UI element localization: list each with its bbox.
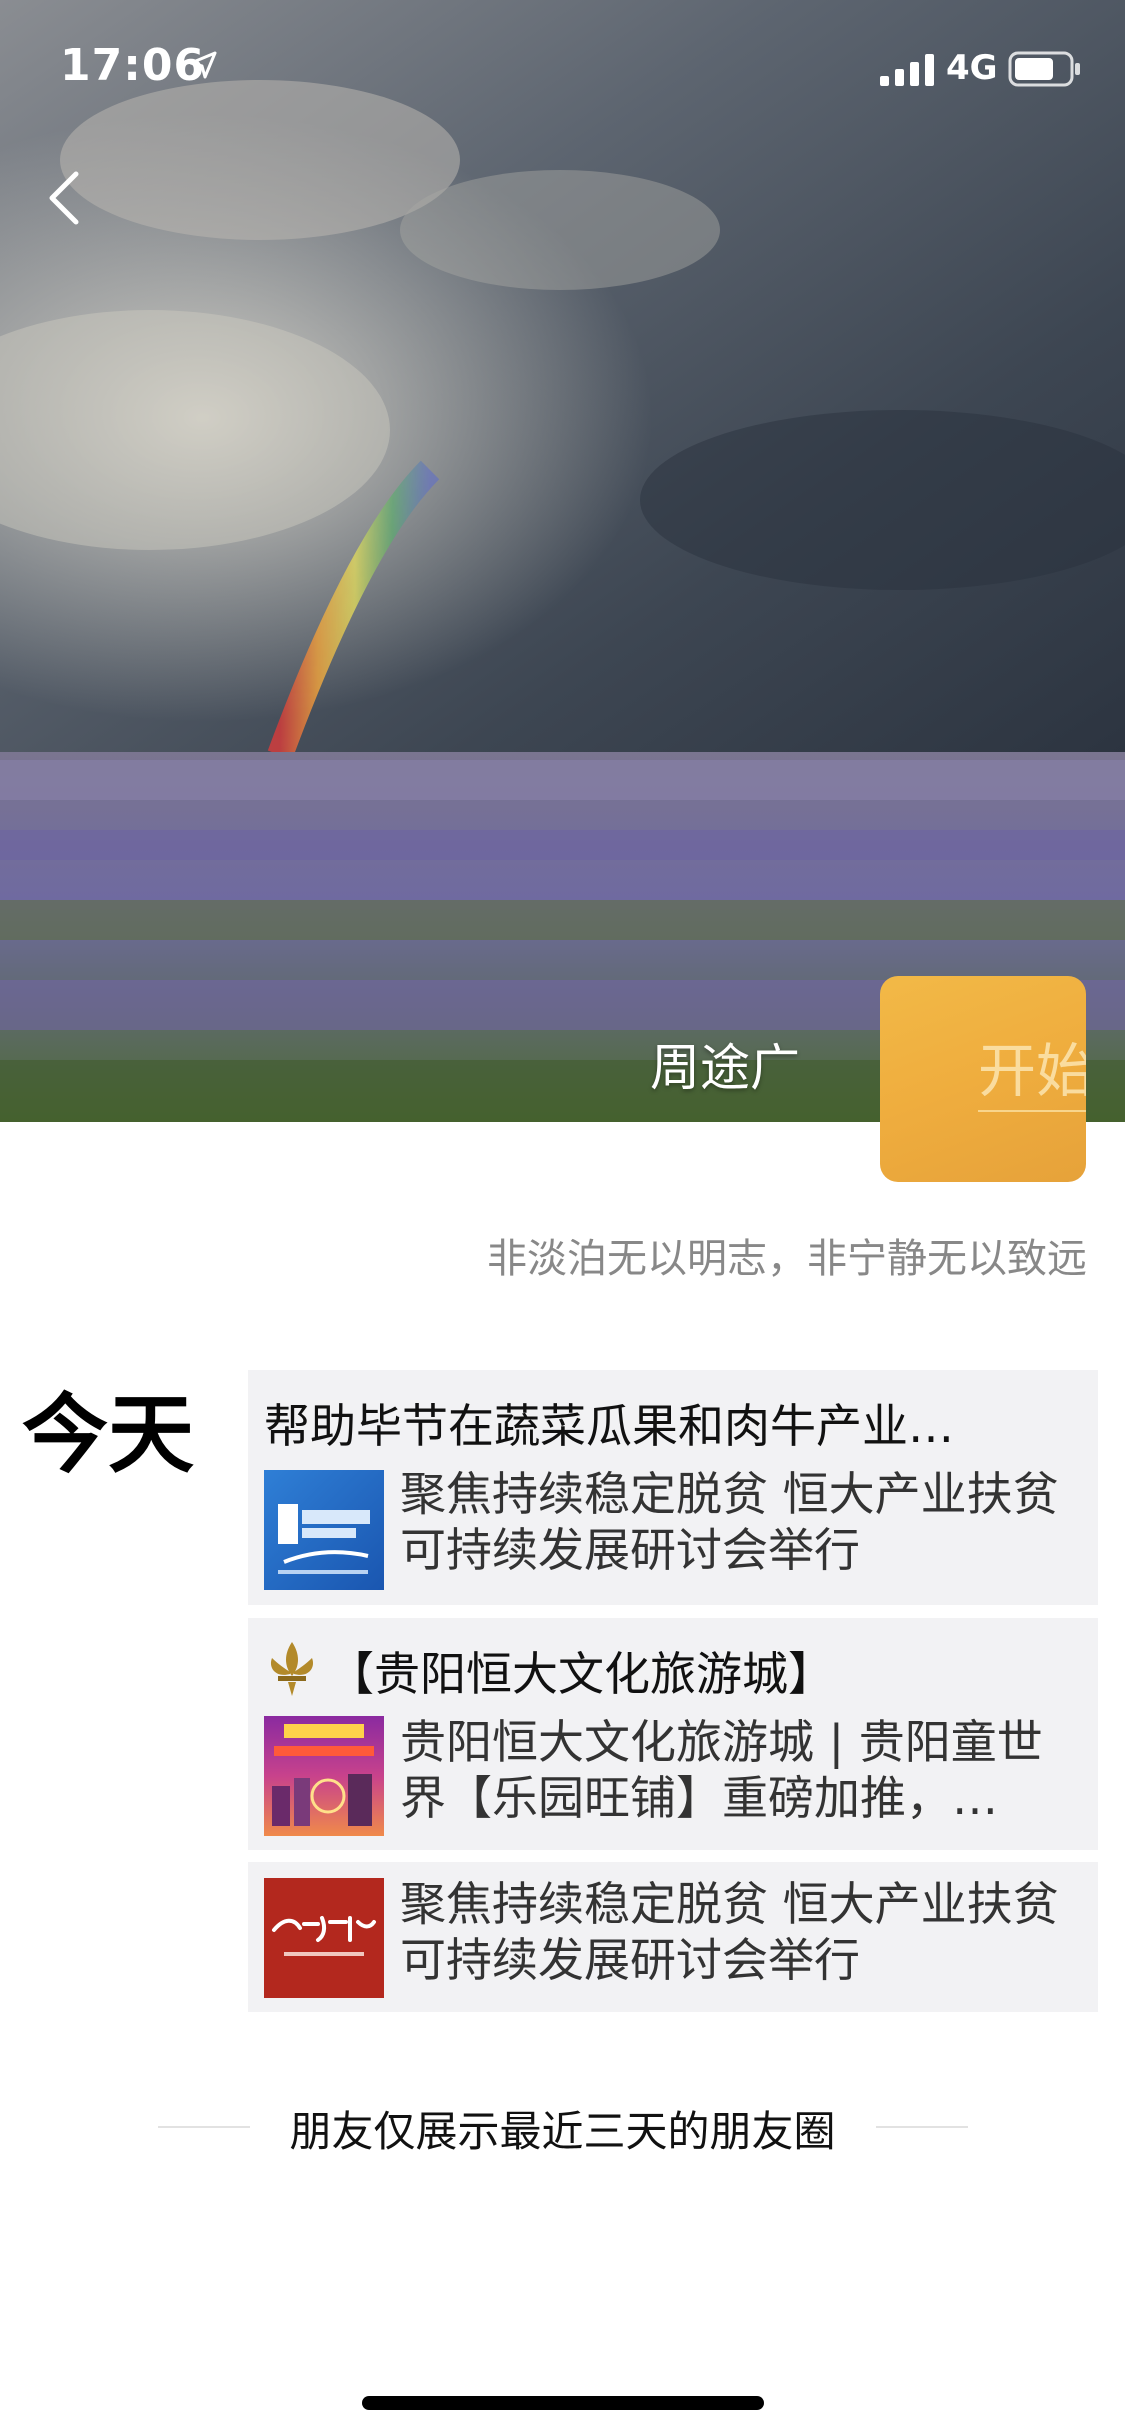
amusement-park-promo-icon [264,1716,384,1836]
post-text: 聚焦持续稳定脱贫 恒大产业扶贫可持续发展研讨会举行 [400,1467,1059,1577]
fleur-de-lis-icon [270,1642,314,1696]
post-text: 聚焦持续稳定脱贫 恒大产业扶贫可持续发展研讨会举行 [400,1877,1059,1987]
moment-post[interactable]: 聚焦持续稳定脱贫 恒大产业扶贫可持续发展研讨会举行 [248,1862,1098,2012]
footer-note-text: 朋友仅展示最近三天的朋友圈 [273,2098,852,2159]
network-type: 4G [946,48,998,88]
post-title: 帮助毕节在蔬菜瓜果和肉牛产业… [264,1399,954,1453]
day-label: 今天 [22,1385,194,1485]
xinhua-news-logo-icon [264,1470,384,1590]
home-indicator[interactable] [362,2396,764,2410]
battery-icon [1008,51,1080,87]
back-button[interactable] [40,168,88,228]
footer-divider-right [876,2126,968,2128]
post-title: 【贵阳恒大文化旅游城】 [328,1647,834,1701]
avatar-text: 开始 [978,1037,1086,1105]
profile-name: 周途广 [650,1039,800,1097]
footer-note: 朋友仅展示最近三天的朋友圈 [0,2098,1125,2159]
profile-signature: 非淡泊无以明志，非宁静无以致远 [487,1236,1087,1282]
avatar-underline [978,1110,1086,1112]
location-arrow-icon [189,51,217,79]
moment-post[interactable]: 【贵阳恒大文化旅游城】 贵阳恒大文化旅游城 | 贵阳童世界【乐园旺铺】重磅加推，… [248,1618,1098,1850]
moment-post[interactable]: 帮助毕节在蔬菜瓜果和肉牛产业… 聚焦持续稳定脱贫 恒大产业扶贫可持续发展研讨会举… [248,1370,1098,1605]
cover-photo[interactable]: 17:06 4G 周途广 [0,0,1125,1122]
cellular-signal-icon [880,54,934,86]
post-text: 贵阳恒大文化旅游城 | 贵阳童世界【乐园旺铺】重磅加推，… [400,1715,1043,1825]
status-time: 17:06 [60,40,206,91]
rmzxb-logo-icon [264,1878,384,1998]
footer-divider-left [158,2126,250,2128]
avatar[interactable]: 开始 [880,976,1086,1182]
status-bar: 17:06 4G [0,0,1125,140]
